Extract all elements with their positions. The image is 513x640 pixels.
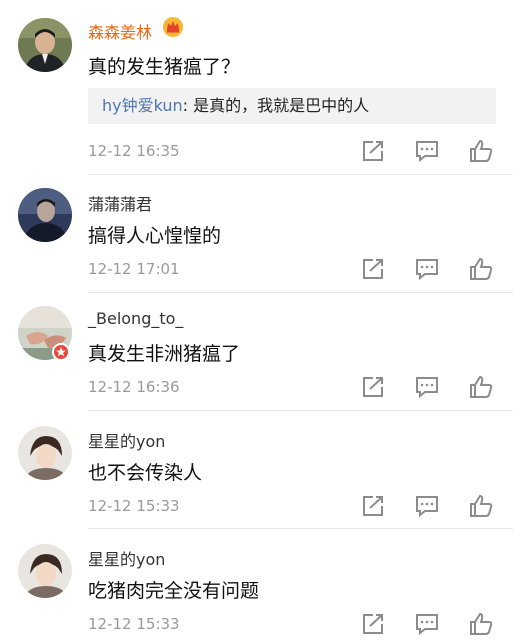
- timestamp: 12-12 17:01: [88, 260, 180, 278]
- comment-item: 星星的yon 也不会传染人 12-12 15:33: [0, 411, 513, 529]
- share-square-icon[interactable]: [360, 494, 386, 518]
- reply-username[interactable]: hy钟爱kun: [102, 96, 183, 115]
- username[interactable]: 星星的yon: [88, 546, 165, 570]
- comment-bubble-icon[interactable]: [414, 375, 440, 399]
- reply-block[interactable]: hy钟爱kun: 是真的，我就是巴中的人: [88, 88, 496, 124]
- thumbs-up-icon[interactable]: [468, 612, 494, 636]
- comment-bubble-icon[interactable]: [414, 612, 440, 636]
- thumbs-up-icon[interactable]: [468, 375, 494, 399]
- share-square-icon[interactable]: [360, 139, 386, 163]
- thumbs-up-icon[interactable]: [468, 139, 494, 163]
- comment-item: 森森姜林 真的发生猪瘟了？ hy钟爱kun: 是真的，我就是巴中的人 12-12…: [0, 0, 513, 175]
- avatar[interactable]: [18, 188, 72, 242]
- comment-item: _Belong_to_ 真发生非洲猪瘟了 12-12 16:36: [0, 293, 513, 411]
- comment-text: 也不会传染人: [88, 462, 203, 484]
- avatar[interactable]: [18, 426, 72, 480]
- username[interactable]: 星星的yon: [88, 428, 165, 452]
- comment-text: 搞得人心惶惶的: [88, 225, 222, 247]
- timestamp: 12-12 16:35: [88, 142, 180, 160]
- comment-bubble-icon[interactable]: [414, 139, 440, 163]
- thumbs-up-icon[interactable]: [468, 494, 494, 518]
- avatar[interactable]: [18, 544, 72, 598]
- timestamp: 12-12 15:33: [88, 615, 180, 633]
- comment-text: 真发生非洲猪瘟了: [88, 343, 241, 365]
- crown-icon: [162, 16, 184, 38]
- comment-bubble-icon[interactable]: [414, 257, 440, 281]
- comment-text: 吃猪肉完全没有问题: [88, 580, 260, 602]
- username[interactable]: _Belong_to_: [88, 309, 183, 328]
- share-square-icon[interactable]: [360, 612, 386, 636]
- username[interactable]: 森森姜林: [88, 19, 152, 43]
- timestamp: 12-12 15:33: [88, 497, 180, 515]
- share-square-icon[interactable]: [360, 257, 386, 281]
- reply-text: : 是真的，我就是巴中的人: [182, 96, 370, 115]
- timestamp: 12-12 16:36: [88, 378, 180, 396]
- verified-badge-icon: [52, 343, 70, 361]
- comment-bubble-icon[interactable]: [414, 494, 440, 518]
- username[interactable]: 蒲蒲蒲君: [88, 191, 152, 215]
- comment-item: 蒲蒲蒲君 搞得人心惶惶的 12-12 17:01: [0, 175, 513, 293]
- comment-item: 星星的yon 吃猪肉完全没有问题 12-12 15:33: [0, 529, 513, 640]
- avatar[interactable]: [18, 18, 72, 72]
- comment-text: 真的发生猪瘟了？: [88, 56, 241, 78]
- share-square-icon[interactable]: [360, 375, 386, 399]
- thumbs-up-icon[interactable]: [468, 257, 494, 281]
